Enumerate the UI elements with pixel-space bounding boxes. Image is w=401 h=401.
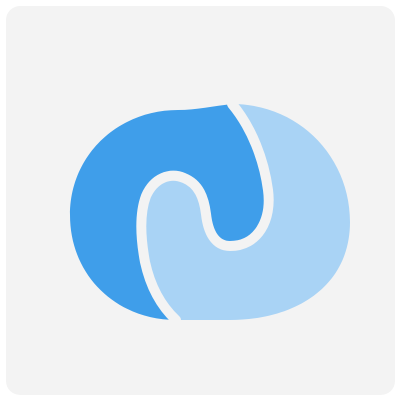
app-icon-canvas <box>0 0 401 401</box>
swirl-logo-icon <box>70 99 350 325</box>
